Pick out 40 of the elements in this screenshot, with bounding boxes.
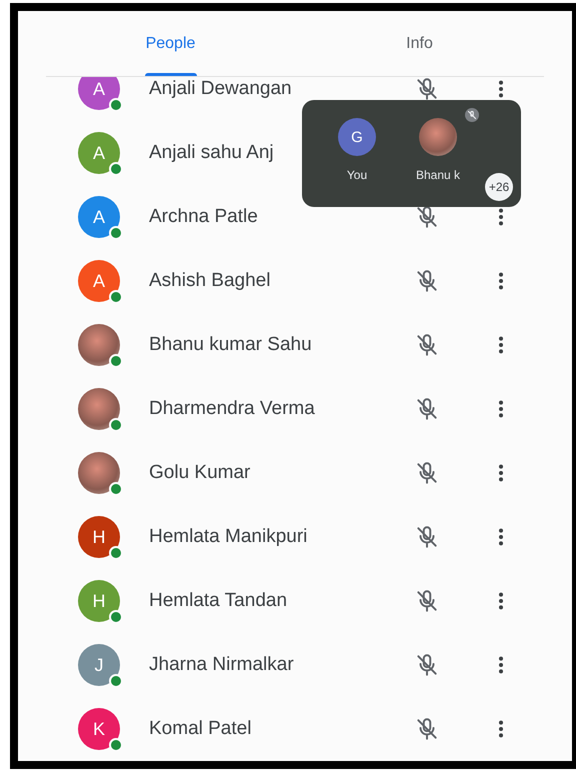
participant-name: Anjali Dewangan: [149, 78, 293, 100]
avatar: H: [78, 516, 120, 558]
more-options-icon[interactable]: [498, 462, 504, 484]
more-options-icon[interactable]: [498, 718, 504, 740]
more-options-icon[interactable]: [498, 654, 504, 676]
more-options-icon[interactable]: [498, 270, 504, 292]
more-options-icon[interactable]: [498, 526, 504, 548]
participant-name: You: [346, 168, 368, 182]
participant-name: Anjali sahu Anj: [149, 142, 275, 164]
participant-name: Golu Kumar: [149, 462, 252, 484]
more-options-icon[interactable]: [498, 398, 504, 420]
photo-placeholder: [78, 388, 120, 430]
more-participants-badge[interactable]: +26: [485, 173, 513, 201]
avatar: K: [78, 708, 120, 750]
participant-name: Bhanu k: [416, 168, 460, 182]
photo-placeholder: [78, 324, 120, 366]
participant-name: Komal Patel: [149, 718, 252, 740]
participant-name: Ashish Baghel: [149, 270, 272, 292]
participant-name: Archna Patle: [149, 206, 259, 228]
avatar: G: [338, 118, 376, 156]
photo-placeholder: [419, 118, 458, 156]
avatar: A: [78, 260, 120, 302]
more-options-icon[interactable]: [498, 206, 504, 228]
participant-name: Bhanu kumar Sahu: [149, 334, 313, 356]
avatar: A: [78, 132, 120, 174]
more-options-icon[interactable]: [498, 590, 504, 612]
participant-name: Hemlata Manikpuri: [149, 526, 308, 548]
more-options-icon[interactable]: [498, 78, 504, 100]
avatar: H: [78, 580, 120, 622]
participant-name: Jharna Nirmalkar: [149, 654, 295, 676]
tab[interactable]: People: [46, 11, 295, 76]
avatar: A: [78, 196, 120, 238]
more-options-icon[interactable]: [498, 334, 504, 356]
avatar: J: [78, 644, 120, 686]
photo-placeholder: [78, 452, 120, 494]
participant-name: Hemlata Tandan: [149, 590, 288, 612]
avatar: A: [78, 77, 120, 110]
call-preview-panel[interactable]: G You Bhanu k +26: [302, 100, 521, 207]
tab[interactable]: Info: [295, 11, 544, 76]
participant-name: Dharmendra Verma: [149, 398, 316, 420]
